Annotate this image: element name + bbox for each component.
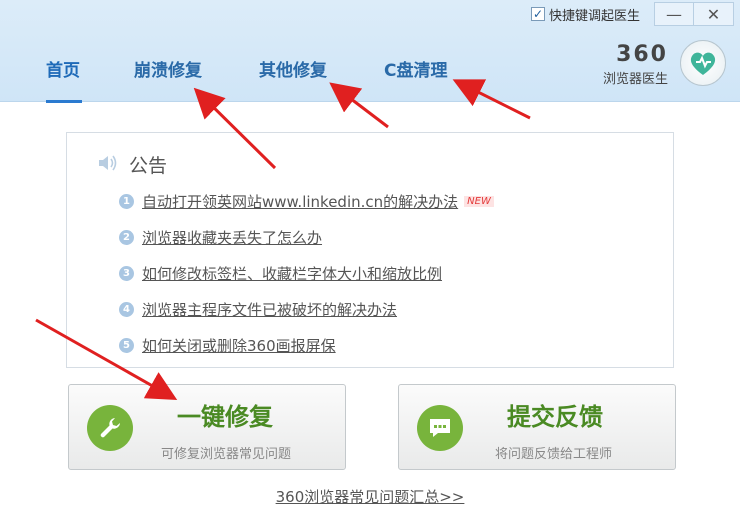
- item-number: 2: [119, 230, 134, 245]
- logo-product: 浏览器医生: [602, 72, 668, 87]
- logo-brand: 360: [616, 42, 668, 67]
- repair-subtitle: 可修复浏览器常见问题: [161, 447, 292, 462]
- announcement-item[interactable]: 5 如何关闭或删除360画报屏保: [119, 335, 336, 356]
- announcement-item[interactable]: 1 自动打开领英网站www.linkedin.cn的解决办法 NEW: [119, 191, 494, 212]
- announcement-item[interactable]: 3 如何修改标签栏、收藏栏字体大小和缩放比例: [119, 263, 442, 284]
- hotkey-label: 快捷键调起医生: [548, 8, 640, 24]
- announcement-panel: 公告 1 自动打开领英网站www.linkedin.cn的解决办法 NEW 2 …: [66, 132, 674, 368]
- tab-c-drive-cleanup[interactable]: C盘清理: [384, 56, 447, 81]
- wrench-icon: [87, 405, 133, 451]
- item-number: 3: [119, 266, 134, 281]
- logo: 360 浏览器医生: [586, 38, 726, 92]
- hotkey-checkbox[interactable]: ✓: [530, 7, 545, 21]
- header: ✓ 快捷键调起医生 — ✕ 首页 崩溃修复 其他修复 C盘清理 360 浏览器医…: [0, 0, 740, 102]
- item-number: 5: [119, 338, 134, 353]
- chat-icon: [417, 405, 463, 451]
- announcement-link[interactable]: 浏览器收藏夹丢失了怎么办: [142, 227, 322, 248]
- announcement-header: 公告: [97, 151, 167, 178]
- item-number: 4: [119, 302, 134, 317]
- one-click-repair-button[interactable]: 一键修复 可修复浏览器常见问题: [68, 384, 346, 470]
- new-badge: NEW: [464, 196, 494, 207]
- feedback-subtitle: 将问题反馈给工程师: [495, 447, 613, 462]
- announcement-item[interactable]: 2 浏览器收藏夹丢失了怎么办: [119, 227, 322, 248]
- minimize-icon: —: [666, 4, 682, 24]
- repair-title: 一键修复: [177, 403, 273, 431]
- announcement-link[interactable]: 浏览器主程序文件已被破坏的解决办法: [142, 299, 397, 320]
- active-tab-indicator: [46, 100, 82, 103]
- hotkey-option[interactable]: ✓ 快捷键调起医生: [530, 5, 640, 24]
- announcement-link[interactable]: 如何关闭或删除360画报屏保: [142, 335, 336, 356]
- minimize-button[interactable]: —: [654, 2, 694, 26]
- title-bar: ✓ 快捷键调起医生 — ✕: [530, 2, 734, 26]
- tab-crash-repair[interactable]: 崩溃修复: [134, 56, 202, 81]
- announcement-title: 公告: [129, 155, 168, 177]
- close-button[interactable]: ✕: [694, 2, 734, 26]
- announcement-link[interactable]: 如何修改标签栏、收藏栏字体大小和缩放比例: [142, 263, 442, 284]
- tab-other-repair[interactable]: 其他修复: [259, 56, 327, 81]
- announcement-link[interactable]: 自动打开领英网站www.linkedin.cn的解决办法: [142, 191, 458, 212]
- close-icon: ✕: [706, 4, 721, 24]
- faq-link[interactable]: 360浏览器常见问题汇总>>: [0, 486, 740, 507]
- announcement-item[interactable]: 4 浏览器主程序文件已被破坏的解决办法: [119, 299, 397, 320]
- heart-check-icon: [680, 40, 726, 86]
- item-number: 1: [119, 194, 134, 209]
- speaker-icon: [97, 153, 119, 177]
- feedback-title: 提交反馈: [507, 403, 603, 431]
- tab-home[interactable]: 首页: [46, 56, 80, 81]
- submit-feedback-button[interactable]: 提交反馈 将问题反馈给工程师: [398, 384, 676, 470]
